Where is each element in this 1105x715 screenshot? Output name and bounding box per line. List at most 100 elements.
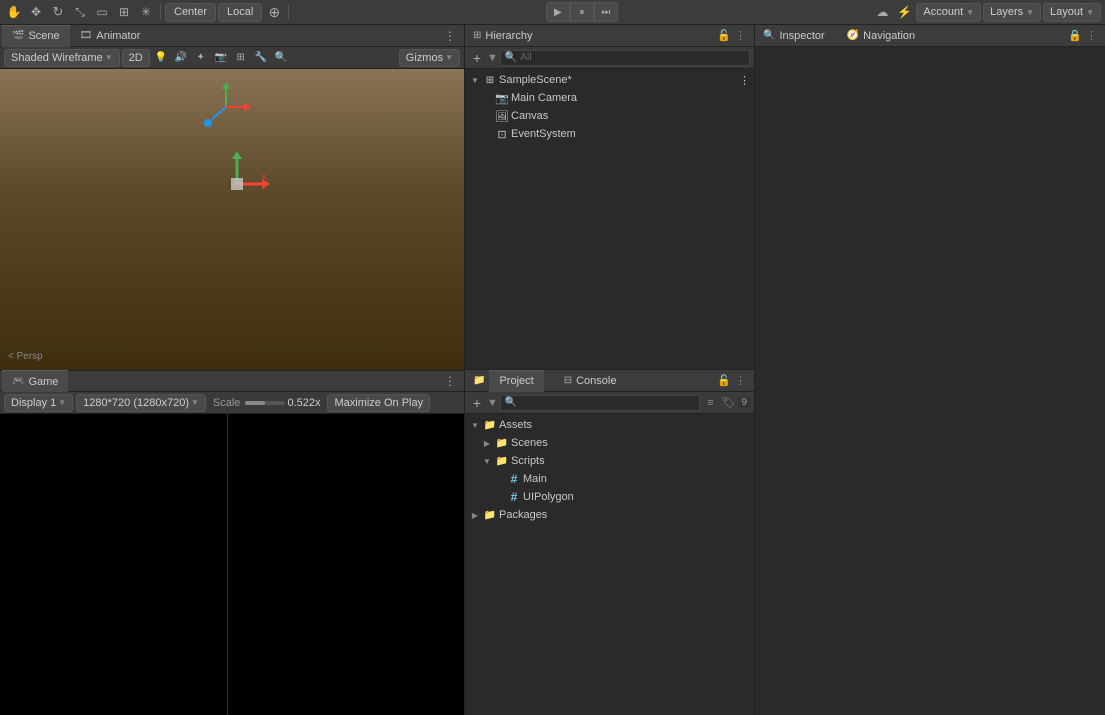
- scene-tab-bar: 🎬 Scene 🎞 Animator ⋮: [0, 25, 464, 47]
- search-scene-icon[interactable]: 🔍: [272, 49, 290, 67]
- project-item-scripts[interactable]: ▼ 📁 Scripts: [477, 452, 754, 470]
- project-item-assets[interactable]: ▼ 📁 Assets: [465, 416, 754, 434]
- project-item-scenes[interactable]: ▶ 📁 Scenes: [477, 434, 754, 452]
- project-item-uipolygon[interactable]: ▶ # UIPolygon: [489, 488, 754, 506]
- hierarchy-icon: ⊞: [473, 30, 481, 41]
- project-item-main-script[interactable]: ▶ # Main: [489, 470, 754, 488]
- layers-dropdown[interactable]: Layers ▼: [983, 3, 1041, 22]
- snap-icon[interactable]: 🔧: [252, 49, 270, 67]
- tab-game[interactable]: 🎮 Game: [2, 370, 68, 392]
- center-button[interactable]: Center: [165, 3, 216, 22]
- pause-button[interactable]: ⏸: [570, 2, 594, 22]
- maximize-on-play-button[interactable]: Maximize On Play: [327, 394, 430, 412]
- resolution-dropdown[interactable]: 1280*720 (1280x720) ▼: [76, 394, 206, 412]
- play-button[interactable]: ▶: [546, 2, 570, 22]
- tab-animator[interactable]: 🎞 Animator: [70, 25, 151, 47]
- display-chevron-icon: ▼: [58, 398, 66, 407]
- project-title: Project: [489, 370, 543, 392]
- packages-folder-icon: 📁: [483, 508, 497, 522]
- event-system-label: EventSystem: [511, 128, 576, 140]
- project-add-button[interactable]: +: [469, 395, 485, 411]
- uipolygon-label: UIPolygon: [523, 491, 574, 503]
- grid-icon[interactable]: ⊞: [232, 49, 250, 67]
- build-icon[interactable]: ⚡: [894, 2, 914, 22]
- inspector-lock-icon[interactable]: 🔒: [1068, 29, 1082, 42]
- project-tag-icon[interactable]: 🏷: [720, 395, 736, 411]
- center-split: ⊞ Hierarchy 🔓 ⋮ + ▼ 🔍 All ▼: [465, 25, 754, 715]
- layout-label: Layout: [1050, 6, 1083, 18]
- local-button[interactable]: Local: [218, 3, 262, 22]
- scale-tool-icon[interactable]: ⤡: [70, 2, 90, 22]
- navigation-tab[interactable]: 🧭 Navigation: [837, 25, 925, 47]
- hierarchy-item-event-system[interactable]: ▶ ⊡ EventSystem: [477, 125, 754, 143]
- hierarchy-item-sample-scene[interactable]: ▼ ⊞ SampleScene* ⋮: [465, 71, 754, 89]
- shading-mode-dropdown[interactable]: Shaded Wireframe ▼: [4, 49, 120, 67]
- hierarchy-lock-icon[interactable]: 🔓: [717, 29, 731, 42]
- hand-tool-icon[interactable]: ✋: [4, 2, 24, 22]
- console-title: Console: [576, 375, 616, 387]
- move-tool-icon[interactable]: ✥: [26, 2, 46, 22]
- custom-tool-icon[interactable]: ✳: [136, 2, 156, 22]
- inspector-content: [755, 47, 1105, 715]
- hierarchy-item-main-camera[interactable]: ▶ 📷 Main Camera: [477, 89, 754, 107]
- project-lock-icon[interactable]: 🔓: [717, 374, 731, 387]
- layout-dropdown[interactable]: Layout ▼: [1043, 3, 1101, 22]
- audio-icon[interactable]: 🔊: [172, 49, 190, 67]
- console-icon: ⊟: [564, 375, 572, 386]
- scale-value: 0.522x: [287, 397, 320, 409]
- fx-icon[interactable]: ✦: [192, 49, 210, 67]
- canvas-label: Canvas: [511, 110, 548, 122]
- rect-tool-icon[interactable]: ▭: [92, 2, 112, 22]
- canvas-icon: 🖼: [495, 109, 509, 123]
- account-dropdown[interactable]: Account ▼: [916, 3, 981, 22]
- lighting-icon[interactable]: 💡: [152, 49, 170, 67]
- hierarchy-more-icon[interactable]: ⋮: [735, 29, 746, 42]
- scene-camera-icon[interactable]: 📷: [212, 49, 230, 67]
- game-view-left-area: [0, 414, 228, 715]
- hierarchy-section: ⊞ Hierarchy 🔓 ⋮ + ▼ 🔍 All ▼: [465, 25, 754, 370]
- tab-scene[interactable]: 🎬 Scene: [2, 25, 70, 47]
- maximize-label: Maximize On Play: [334, 397, 423, 409]
- step-button[interactable]: ⏭: [594, 2, 618, 22]
- assets-folder-icon: 📁: [483, 418, 497, 432]
- sample-scene-more-icon[interactable]: ⋮: [739, 74, 750, 87]
- navigation-title: Navigation: [863, 30, 915, 42]
- account-label: Account: [923, 6, 963, 18]
- console-tab[interactable]: ⊟ Console: [554, 370, 627, 392]
- resolution-label: 1280*720 (1280x720): [83, 397, 189, 409]
- persp-label: < Persp: [8, 351, 43, 362]
- center-panel: ⊞ Hierarchy 🔓 ⋮ + ▼ 🔍 All ▼: [465, 25, 755, 715]
- shading-mode-label: Shaded Wireframe: [11, 52, 103, 64]
- scripts-arrow-icon: ▼: [481, 455, 493, 467]
- transform-tool-icon[interactable]: ⊞: [114, 2, 134, 22]
- main-camera-label: Main Camera: [511, 92, 577, 104]
- game-panel-more-icon[interactable]: ⋮: [438, 372, 462, 390]
- gizmos-label: Gizmos: [406, 52, 443, 64]
- scene-gizmo: [196, 77, 256, 137]
- animator-tab-label: Animator: [96, 30, 140, 42]
- collab-icon[interactable]: ☁: [872, 2, 892, 22]
- project-item-packages[interactable]: ▶ 📁 Packages: [465, 506, 754, 524]
- inspector-more-icon[interactable]: ⋮: [1086, 29, 1097, 42]
- scene-panel-more-icon[interactable]: ⋮: [438, 27, 462, 45]
- hierarchy-search[interactable]: 🔍 All: [500, 50, 750, 66]
- game-tab-bar: 🎮 Game ⋮: [0, 370, 464, 392]
- display-dropdown[interactable]: Display 1 ▼: [4, 394, 73, 412]
- rotate-tool-icon[interactable]: ↻: [48, 2, 68, 22]
- project-search[interactable]: 🔍: [500, 395, 701, 411]
- pivot-icon[interactable]: ⊕: [264, 2, 284, 22]
- separator-2: [288, 4, 289, 20]
- assets-label: Assets: [499, 419, 532, 431]
- layout-chevron-icon: ▼: [1086, 8, 1094, 17]
- project-more-icon[interactable]: ⋮: [735, 374, 746, 387]
- gizmos-dropdown[interactable]: Gizmos ▼: [399, 49, 460, 67]
- project-filter-icon[interactable]: ≡: [702, 395, 718, 411]
- hierarchy-add-button[interactable]: +: [469, 50, 485, 66]
- hierarchy-item-canvas[interactable]: ▶ 🖼 Canvas: [477, 107, 754, 125]
- 2d-mode-label: 2D: [129, 52, 143, 64]
- scale-slider[interactable]: [245, 401, 285, 405]
- main-script-icon: #: [507, 472, 521, 486]
- game-tab-icon: 🎮: [12, 376, 24, 387]
- 2d-mode-button[interactable]: 2D: [122, 49, 150, 67]
- display-label: Display 1: [11, 397, 56, 409]
